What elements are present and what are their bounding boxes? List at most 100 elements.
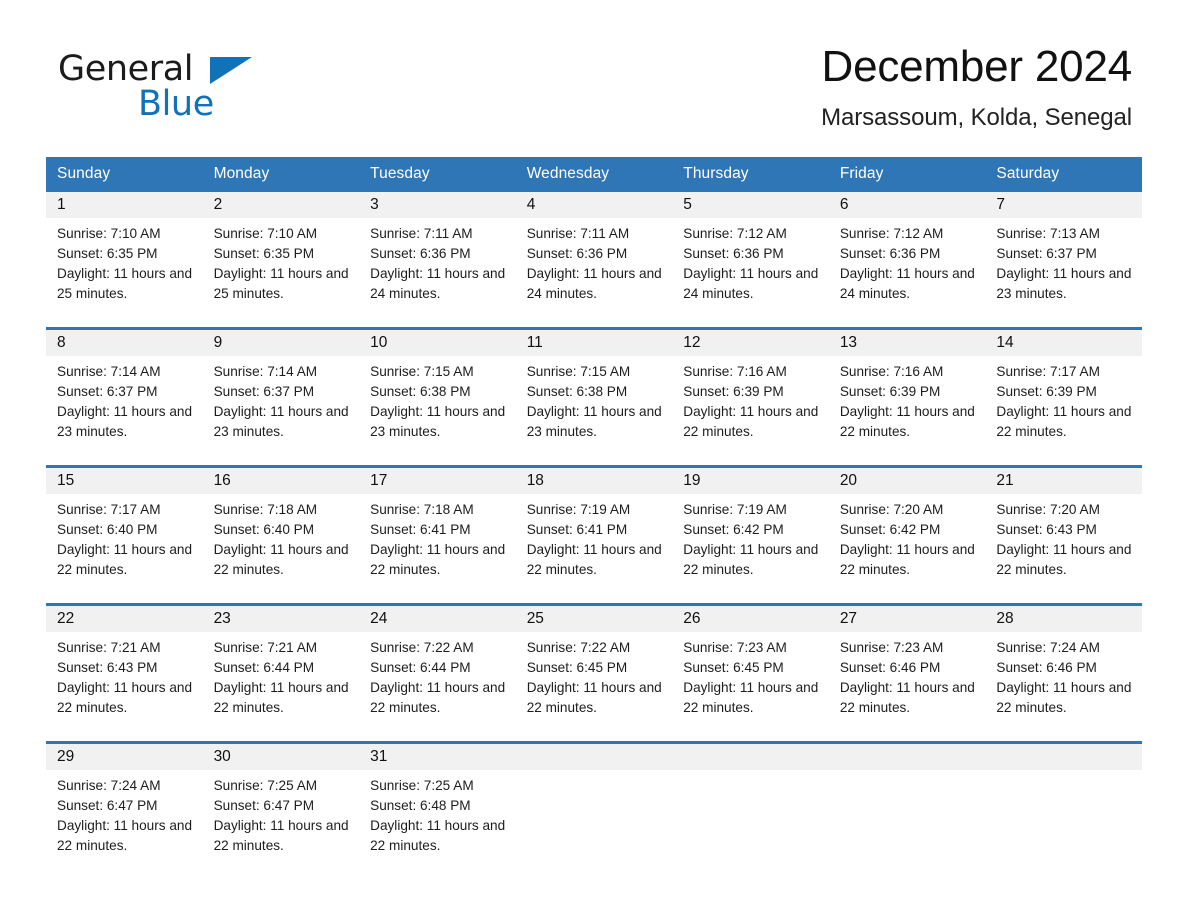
- day-cell[interactable]: 8 Sunrise: 7:14 AM Sunset: 6:37 PM Dayli…: [46, 327, 203, 443]
- day-cell[interactable]: 23 Sunrise: 7:21 AM Sunset: 6:44 PM Dayl…: [202, 603, 360, 719]
- day-cell[interactable]: 6 Sunrise: 7:12 AM Sunset: 6:36 PM Dayli…: [828, 192, 986, 305]
- day-info: Sunrise: 7:18 AM Sunset: 6:40 PM Dayligh…: [203, 494, 360, 580]
- day-info: Sunrise: 7:18 AM Sunset: 6:41 PM Dayligh…: [359, 494, 516, 580]
- day-number: 21: [985, 468, 1142, 495]
- sunset-text: Sunset: 6:43 PM: [57, 660, 158, 676]
- day-number: 5: [672, 192, 829, 219]
- day-cell[interactable]: 15 Sunrise: 7:17 AM Sunset: 6:40 PM Dayl…: [46, 465, 203, 581]
- daylight-text: Daylight: 11 hours and 22 minutes.: [370, 818, 506, 854]
- day-cell[interactable]: 24 Sunrise: 7:22 AM Sunset: 6:44 PM Dayl…: [359, 603, 516, 719]
- sunrise-text: Sunrise: 7:23 AM: [839, 640, 944, 656]
- sunrise-text: Sunrise: 7:12 AM: [839, 226, 944, 242]
- calendar-week-row: 1 Sunrise: 7:10 AM Sunset: 6:35 PM Dayli…: [46, 192, 1142, 305]
- weekday-header-sunday: Sunday: [46, 157, 203, 192]
- day-number: 10: [359, 330, 516, 357]
- day-cell[interactable]: 1 Sunrise: 7:10 AM Sunset: 6:35 PM Dayli…: [46, 192, 203, 305]
- sunset-text: Sunset: 6:40 PM: [213, 522, 315, 538]
- daylight-text: Daylight: 11 hours and 22 minutes.: [57, 818, 193, 854]
- day-cell-empty: [828, 741, 986, 857]
- day-cell[interactable]: 12 Sunrise: 7:16 AM Sunset: 6:39 PM Dayl…: [672, 327, 829, 443]
- day-number: 19: [672, 468, 829, 495]
- day-info: Sunrise: 7:15 AM Sunset: 6:38 PM Dayligh…: [516, 356, 673, 442]
- daylight-text: Daylight: 11 hours and 25 minutes.: [213, 266, 349, 302]
- sunrise-text: Sunrise: 7:19 AM: [526, 502, 631, 518]
- daylight-text: Daylight: 11 hours and 23 minutes.: [370, 404, 506, 440]
- day-cell[interactable]: 17 Sunrise: 7:18 AM Sunset: 6:41 PM Dayl…: [359, 465, 516, 581]
- day-info: Sunrise: 7:25 AM Sunset: 6:48 PM Dayligh…: [359, 770, 516, 856]
- day-cell-inner: 24 Sunrise: 7:22 AM Sunset: 6:44 PM Dayl…: [359, 606, 516, 719]
- sunset-text: Sunset: 6:39 PM: [839, 384, 941, 400]
- day-cell[interactable]: 11 Sunrise: 7:15 AM Sunset: 6:38 PM Dayl…: [515, 327, 673, 443]
- sunset-text: Sunset: 6:37 PM: [57, 384, 158, 400]
- day-cell[interactable]: 25 Sunrise: 7:22 AM Sunset: 6:45 PM Dayl…: [515, 603, 673, 719]
- calendar-page: General Blue December 2024 Marsassoum, K…: [0, 0, 1188, 918]
- day-info: Sunrise: 7:19 AM Sunset: 6:42 PM Dayligh…: [672, 494, 829, 580]
- sunrise-text: Sunrise: 7:13 AM: [996, 226, 1100, 242]
- day-cell[interactable]: 19 Sunrise: 7:19 AM Sunset: 6:42 PM Dayl…: [672, 465, 829, 581]
- sunset-text: Sunset: 6:45 PM: [526, 660, 628, 676]
- sunset-text: Sunset: 6:48 PM: [370, 798, 471, 814]
- day-cell-inner: 18 Sunrise: 7:19 AM Sunset: 6:41 PM Dayl…: [515, 468, 673, 581]
- day-number: [672, 744, 829, 770]
- week-spacer: [46, 581, 1142, 605]
- sunset-text: Sunset: 6:37 PM: [996, 246, 1097, 262]
- day-cell[interactable]: 5 Sunrise: 7:12 AM Sunset: 6:36 PM Dayli…: [672, 192, 829, 305]
- day-number: 2: [202, 192, 360, 219]
- day-cell[interactable]: 29 Sunrise: 7:24 AM Sunset: 6:47 PM Dayl…: [46, 741, 203, 857]
- day-info: Sunrise: 7:22 AM Sunset: 6:44 PM Dayligh…: [359, 632, 516, 718]
- day-cell[interactable]: 7 Sunrise: 7:13 AM Sunset: 6:37 PM Dayli…: [985, 192, 1142, 305]
- sunset-text: Sunset: 6:36 PM: [683, 246, 784, 262]
- sunset-text: Sunset: 6:38 PM: [370, 384, 471, 400]
- day-number: 17: [359, 468, 516, 495]
- daylight-text: Daylight: 11 hours and 24 minutes.: [839, 266, 975, 302]
- day-cell[interactable]: 31 Sunrise: 7:25 AM Sunset: 6:48 PM Dayl…: [359, 741, 516, 857]
- logo-word-blue: Blue: [138, 84, 214, 124]
- day-cell[interactable]: 14 Sunrise: 7:17 AM Sunset: 6:39 PM Dayl…: [985, 327, 1142, 443]
- sunrise-text: Sunrise: 7:11 AM: [526, 226, 630, 242]
- day-cell[interactable]: 27 Sunrise: 7:23 AM Sunset: 6:46 PM Dayl…: [828, 603, 986, 719]
- sunrise-text: Sunrise: 7:21 AM: [213, 640, 318, 656]
- day-number: 1: [46, 192, 203, 219]
- day-info: Sunrise: 7:24 AM Sunset: 6:46 PM Dayligh…: [985, 632, 1142, 718]
- day-cell[interactable]: 16 Sunrise: 7:18 AM Sunset: 6:40 PM Dayl…: [202, 465, 360, 581]
- day-cell[interactable]: 4 Sunrise: 7:11 AM Sunset: 6:36 PM Dayli…: [515, 192, 673, 305]
- day-cell[interactable]: 26 Sunrise: 7:23 AM Sunset: 6:45 PM Dayl…: [672, 603, 829, 719]
- day-cell-inner: 5 Sunrise: 7:12 AM Sunset: 6:36 PM Dayli…: [672, 192, 829, 305]
- day-cell[interactable]: 28 Sunrise: 7:24 AM Sunset: 6:46 PM Dayl…: [985, 603, 1142, 719]
- day-number: 25: [515, 606, 673, 633]
- sunrise-text: Sunrise: 7:15 AM: [370, 364, 474, 380]
- day-cell[interactable]: 21 Sunrise: 7:20 AM Sunset: 6:43 PM Dayl…: [985, 465, 1142, 581]
- sunrise-text: Sunrise: 7:20 AM: [839, 502, 944, 518]
- day-cell-inner: 10 Sunrise: 7:15 AM Sunset: 6:38 PM Dayl…: [359, 330, 516, 443]
- page-title: December 2024: [821, 42, 1133, 91]
- sunset-text: Sunset: 6:44 PM: [370, 660, 471, 676]
- day-cell-inner: 31 Sunrise: 7:25 AM Sunset: 6:48 PM Dayl…: [359, 744, 516, 857]
- sunrise-text: Sunrise: 7:14 AM: [213, 364, 318, 380]
- day-cell-inner: 20 Sunrise: 7:20 AM Sunset: 6:42 PM Dayl…: [828, 468, 986, 581]
- day-cell[interactable]: 3 Sunrise: 7:11 AM Sunset: 6:36 PM Dayli…: [359, 192, 516, 305]
- day-cell[interactable]: 20 Sunrise: 7:20 AM Sunset: 6:42 PM Dayl…: [828, 465, 986, 581]
- sunset-text: Sunset: 6:36 PM: [839, 246, 941, 262]
- generalblue-logo[interactable]: General Blue: [58, 52, 318, 122]
- title-block: December 2024 Marsassoum, Kolda, Senegal: [821, 42, 1133, 132]
- day-cell[interactable]: 9 Sunrise: 7:14 AM Sunset: 6:37 PM Dayli…: [202, 327, 360, 443]
- day-cell[interactable]: 30 Sunrise: 7:25 AM Sunset: 6:47 PM Dayl…: [202, 741, 360, 857]
- day-cell-empty: [985, 741, 1142, 857]
- sunrise-text: Sunrise: 7:21 AM: [57, 640, 161, 656]
- day-cell[interactable]: 22 Sunrise: 7:21 AM Sunset: 6:43 PM Dayl…: [46, 603, 203, 719]
- day-cell[interactable]: 13 Sunrise: 7:16 AM Sunset: 6:39 PM Dayl…: [828, 327, 986, 443]
- daylight-text: Daylight: 11 hours and 22 minutes.: [213, 680, 349, 716]
- sunset-text: Sunset: 6:43 PM: [996, 522, 1097, 538]
- sunrise-text: Sunrise: 7:18 AM: [213, 502, 318, 518]
- day-number: 28: [985, 606, 1142, 633]
- day-cell[interactable]: 2 Sunrise: 7:10 AM Sunset: 6:35 PM Dayli…: [202, 192, 360, 305]
- daylight-text: Daylight: 11 hours and 22 minutes.: [996, 542, 1132, 578]
- day-number: 29: [46, 744, 203, 771]
- daylight-text: Daylight: 11 hours and 22 minutes.: [526, 542, 662, 578]
- day-cell-inner: 29 Sunrise: 7:24 AM Sunset: 6:47 PM Dayl…: [46, 744, 203, 857]
- calendar-body: 1 Sunrise: 7:10 AM Sunset: 6:35 PM Dayli…: [46, 192, 1142, 857]
- day-cell[interactable]: 10 Sunrise: 7:15 AM Sunset: 6:38 PM Dayl…: [359, 327, 516, 443]
- sunset-text: Sunset: 6:36 PM: [526, 246, 628, 262]
- day-info: Sunrise: 7:24 AM Sunset: 6:47 PM Dayligh…: [46, 770, 203, 856]
- day-cell[interactable]: 18 Sunrise: 7:19 AM Sunset: 6:41 PM Dayl…: [515, 465, 673, 581]
